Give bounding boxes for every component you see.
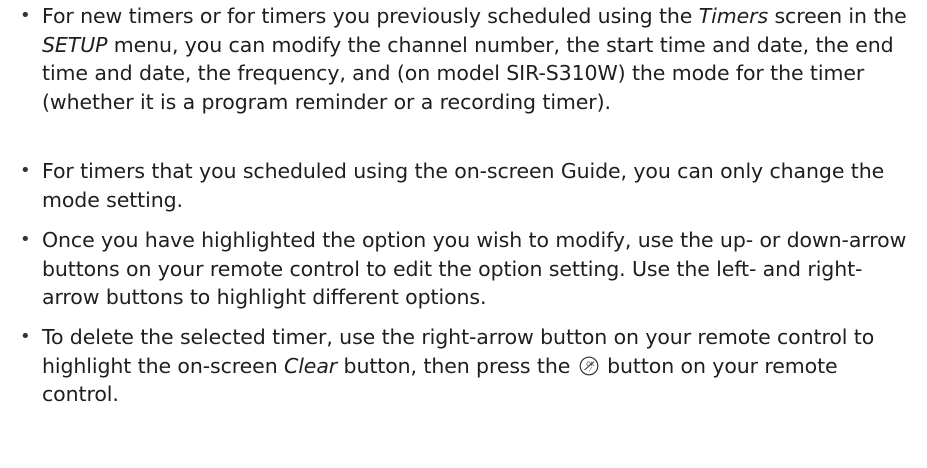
ok-button-icon: OK ⁄ (579, 355, 599, 375)
document-page: • For new timers or for timers you previ… (0, 0, 927, 468)
bullet-paragraph: For timers that you scheduled using the … (42, 159, 885, 212)
bullet-marker: • (20, 326, 31, 347)
bullet-marker: • (20, 5, 31, 26)
setup-menu-term: SETUP (42, 32, 108, 57)
bullet-marker: • (20, 160, 31, 181)
bullet-paragraph: Once you have highlighted the option you… (42, 228, 907, 309)
bullet-paragraph: To delete the selected timer, use the ri… (42, 325, 875, 406)
bullet-paragraph: For new timers or for timers you previou… (42, 4, 907, 114)
timers-screen-term: Timers (698, 4, 769, 28)
clear-button-term: Clear (284, 353, 338, 378)
bullet-marker: • (20, 229, 31, 250)
